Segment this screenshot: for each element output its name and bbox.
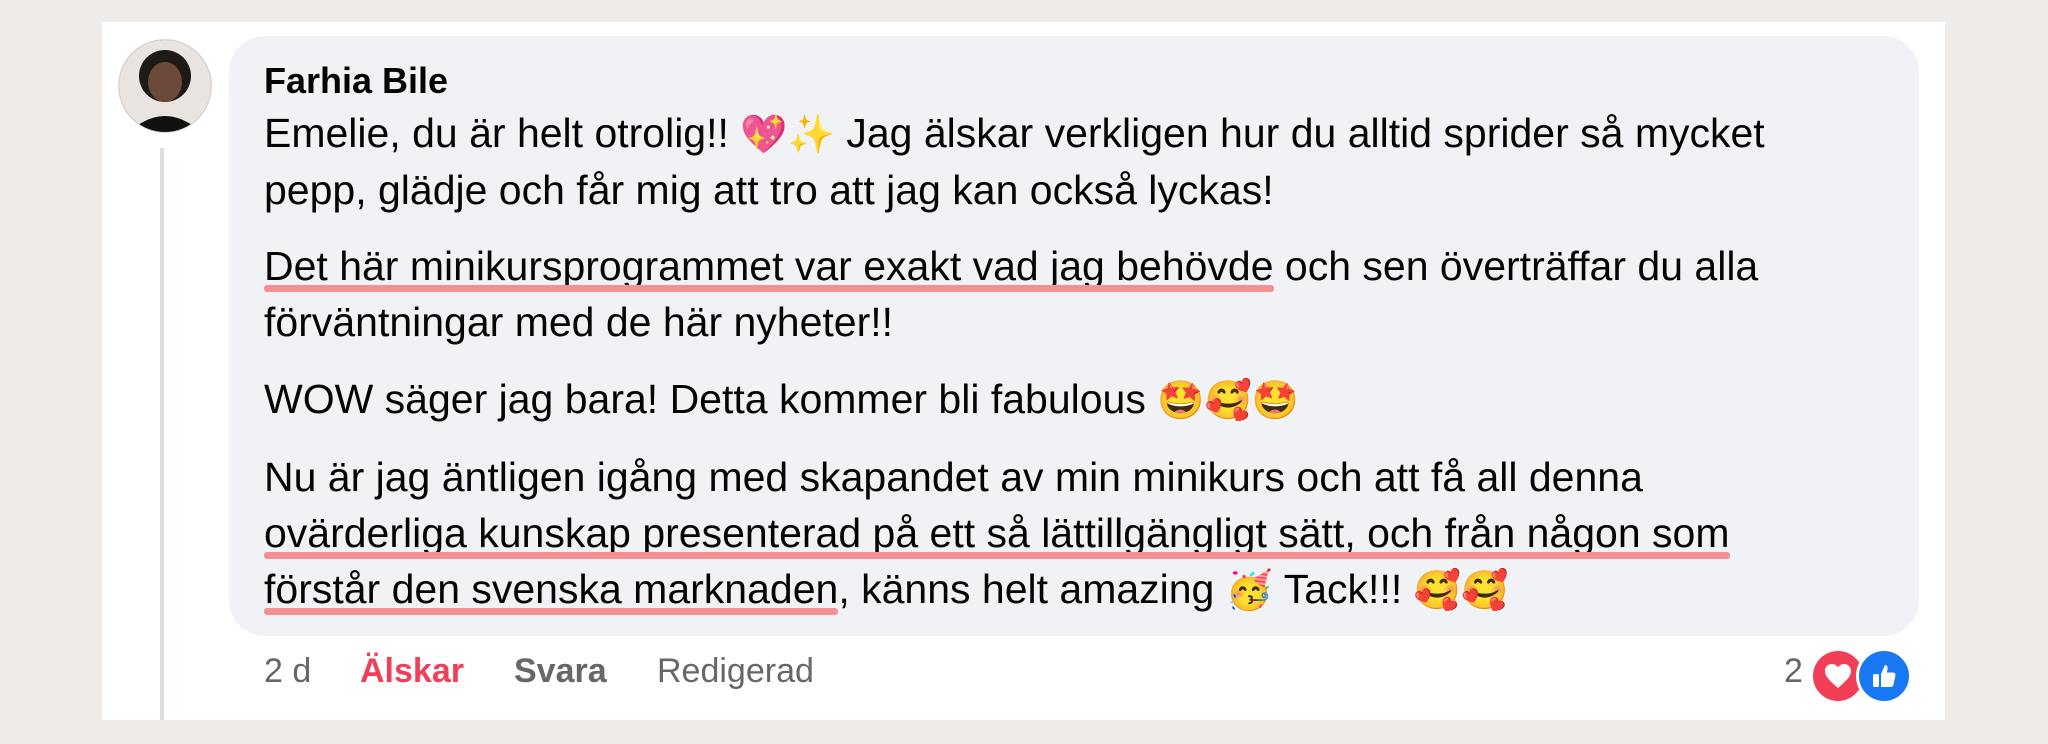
highlight-underline: förstår den svenska marknaden bbox=[264, 561, 839, 617]
smiling-hearts-icon: 🥰🥰 bbox=[1413, 568, 1509, 612]
star-struck-icon: 🤩🥰🤩 bbox=[1157, 378, 1300, 422]
reply-button[interactable]: Svara bbox=[514, 652, 607, 691]
edited-label[interactable]: Redigerad bbox=[657, 652, 814, 691]
avatar[interactable] bbox=[119, 40, 211, 132]
thread-line bbox=[160, 148, 164, 720]
timestamp[interactable]: 2 d bbox=[264, 652, 311, 691]
comment-paragraph-3: WOW säger jag bara! Detta kommer bli fab… bbox=[264, 376, 1300, 422]
comment-paragraph-2: Det här minikursprogrammet var exakt vad… bbox=[264, 238, 1758, 350]
comment-paragraph-4: Nu är jag äntligen igång med skapandet a… bbox=[264, 449, 1730, 618]
reaction-count[interactable]: 2 bbox=[1784, 652, 1803, 691]
like-icon[interactable] bbox=[1856, 648, 1912, 704]
love-button[interactable]: Älskar bbox=[360, 652, 464, 691]
comment-paragraph-1: Emelie, du är helt otrolig!! 💖✨ Jag älsk… bbox=[264, 110, 1765, 213]
comment-author[interactable]: Farhia Bile bbox=[264, 60, 448, 102]
sparkling-heart-icon: 💖✨ bbox=[740, 112, 835, 156]
highlight-underline: ovärderliga kunskap presenterad på ett s… bbox=[264, 505, 1730, 561]
party-face-icon: 🥳 bbox=[1225, 568, 1274, 612]
highlight-underline: Det här minikursprogrammet var exakt vad… bbox=[264, 238, 1274, 294]
